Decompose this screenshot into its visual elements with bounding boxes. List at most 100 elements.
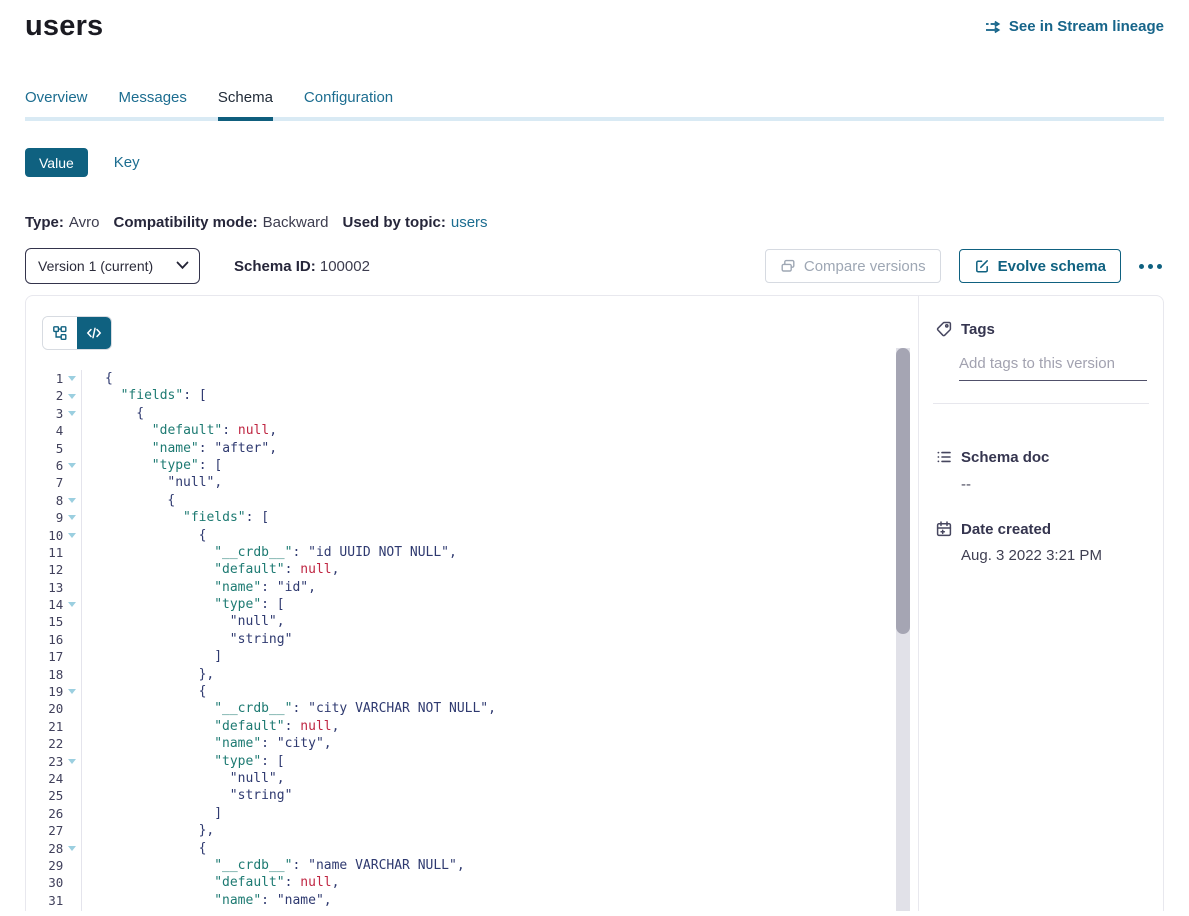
add-tags-input[interactable] [959, 353, 1147, 381]
code-text: "null", [82, 474, 222, 491]
see-in-stream-lineage-link[interactable]: See in Stream lineage [984, 18, 1164, 36]
line-number: 21 [26, 718, 63, 735]
line-number: 12 [26, 561, 63, 578]
code-line: 27}, [26, 822, 918, 839]
fold-triangle-icon[interactable] [63, 840, 81, 857]
schema-sidebar: Tags [919, 296, 1163, 911]
date-created-heading-label: Date created [961, 521, 1051, 538]
tab-messages[interactable]: Messages [119, 89, 187, 121]
meta-type-value: Avro [69, 214, 100, 231]
compare-icon [780, 258, 796, 274]
code-text: "type": [ [82, 753, 285, 770]
fold-triangle-icon[interactable] [63, 405, 81, 422]
compare-versions-label: Compare versions [804, 258, 926, 275]
line-gutter: 29 [26, 857, 82, 874]
tags-section: Tags [935, 320, 1147, 404]
line-gutter: 4 [26, 422, 82, 439]
line-number: 15 [26, 613, 63, 630]
code-line: 5"name": "after", [26, 440, 918, 457]
code-text: "default": null, [82, 422, 277, 439]
code-text: ] [82, 648, 222, 665]
meta-compatibility-mode-value: Backward [263, 214, 329, 231]
schema-panel: 1{2"fields": [3{4"default": null,5"name"… [25, 295, 1164, 911]
key-tab-link[interactable]: Key [114, 154, 140, 171]
line-gutter: 9 [26, 509, 82, 526]
code-text: { [82, 405, 144, 422]
line-gutter: 14 [26, 596, 82, 613]
subject-toggle: Value Key [25, 148, 1164, 177]
meta-used-by-topic-value[interactable]: users [451, 214, 488, 231]
code-line: 3{ [26, 405, 918, 422]
line-number: 24 [26, 770, 63, 787]
line-gutter: 6 [26, 457, 82, 474]
fold-triangle-icon[interactable] [63, 753, 81, 770]
line-gutter: 8 [26, 492, 82, 509]
evolve-schema-label: Evolve schema [998, 258, 1106, 275]
fold-triangle-icon[interactable] [63, 596, 81, 613]
fold-triangle-icon[interactable] [63, 527, 81, 544]
line-gutter: 22 [26, 735, 82, 752]
code-text: "__crdb__": "name VARCHAR NULL", [82, 857, 465, 874]
fold-spacer [63, 561, 81, 578]
scrollbar-thumb[interactable] [896, 348, 910, 634]
code-line: 6"type": [ [26, 457, 918, 474]
fold-spacer [63, 648, 81, 665]
code-view-button[interactable] [77, 317, 111, 349]
fold-triangle-icon[interactable] [63, 509, 81, 526]
fold-spacer [63, 579, 81, 596]
line-gutter: 32 [26, 909, 82, 911]
tree-view-button[interactable] [43, 317, 77, 349]
fold-spacer [63, 666, 81, 683]
fold-triangle-icon[interactable] [63, 370, 81, 387]
edit-icon [974, 258, 990, 274]
line-gutter: 18 [26, 666, 82, 683]
code-line: 25"string" [26, 787, 918, 804]
line-number: 23 [26, 753, 63, 770]
line-number: 32 [26, 909, 63, 911]
fold-triangle-icon[interactable] [63, 387, 81, 404]
schema-doc-section: Schema doc -- [935, 448, 1147, 493]
code-line: 17] [26, 648, 918, 665]
code-line: 19{ [26, 683, 918, 700]
line-gutter: 12 [26, 561, 82, 578]
schema-id: Schema ID: 100002 [234, 258, 370, 275]
fold-spacer [63, 770, 81, 787]
fold-spacer [63, 735, 81, 752]
fold-spacer [63, 787, 81, 804]
line-number: 29 [26, 857, 63, 874]
tab-configuration[interactable]: Configuration [304, 89, 393, 121]
more-options-button[interactable] [1137, 258, 1164, 275]
fold-spacer [63, 474, 81, 491]
schema-page: users See in Stream lineage Overview Mess… [0, 10, 1189, 911]
compare-versions-button[interactable]: Compare versions [765, 249, 941, 283]
schema-doc-heading-label: Schema doc [961, 449, 1049, 466]
evolve-schema-button[interactable]: Evolve schema [959, 249, 1121, 283]
line-number: 30 [26, 874, 63, 891]
fold-spacer [63, 874, 81, 891]
schema-doc-heading: Schema doc [935, 448, 1147, 466]
line-number: 14 [26, 596, 63, 613]
fold-triangle-icon[interactable] [63, 683, 81, 700]
line-gutter: 19 [26, 683, 82, 700]
schema-doc-value: -- [961, 476, 1147, 493]
calendar-plus-icon [935, 520, 953, 538]
line-number: 18 [26, 666, 63, 683]
line-gutter: 31 [26, 892, 82, 909]
tab-schema[interactable]: Schema [218, 89, 273, 121]
fold-spacer [63, 892, 81, 909]
version-select-wrap: Version 1 (current) [25, 248, 200, 284]
version-select[interactable]: Version 1 (current) [25, 248, 200, 284]
tab-overview[interactable]: Overview [25, 89, 88, 121]
code-line: 4"default": null, [26, 422, 918, 439]
fold-spacer [63, 544, 81, 561]
line-gutter: 28 [26, 840, 82, 857]
code-line: 13"name": "id", [26, 579, 918, 596]
fold-triangle-icon[interactable] [63, 492, 81, 509]
line-gutter: 2 [26, 387, 82, 404]
fold-triangle-icon[interactable] [63, 457, 81, 474]
value-tab-button[interactable]: Value [25, 148, 88, 177]
fold-triangle-icon[interactable] [63, 909, 81, 911]
line-number: 3 [26, 405, 63, 422]
version-bar: Version 1 (current) Schema ID: 100002 Co… [25, 248, 1164, 284]
tag-icon [935, 320, 953, 338]
